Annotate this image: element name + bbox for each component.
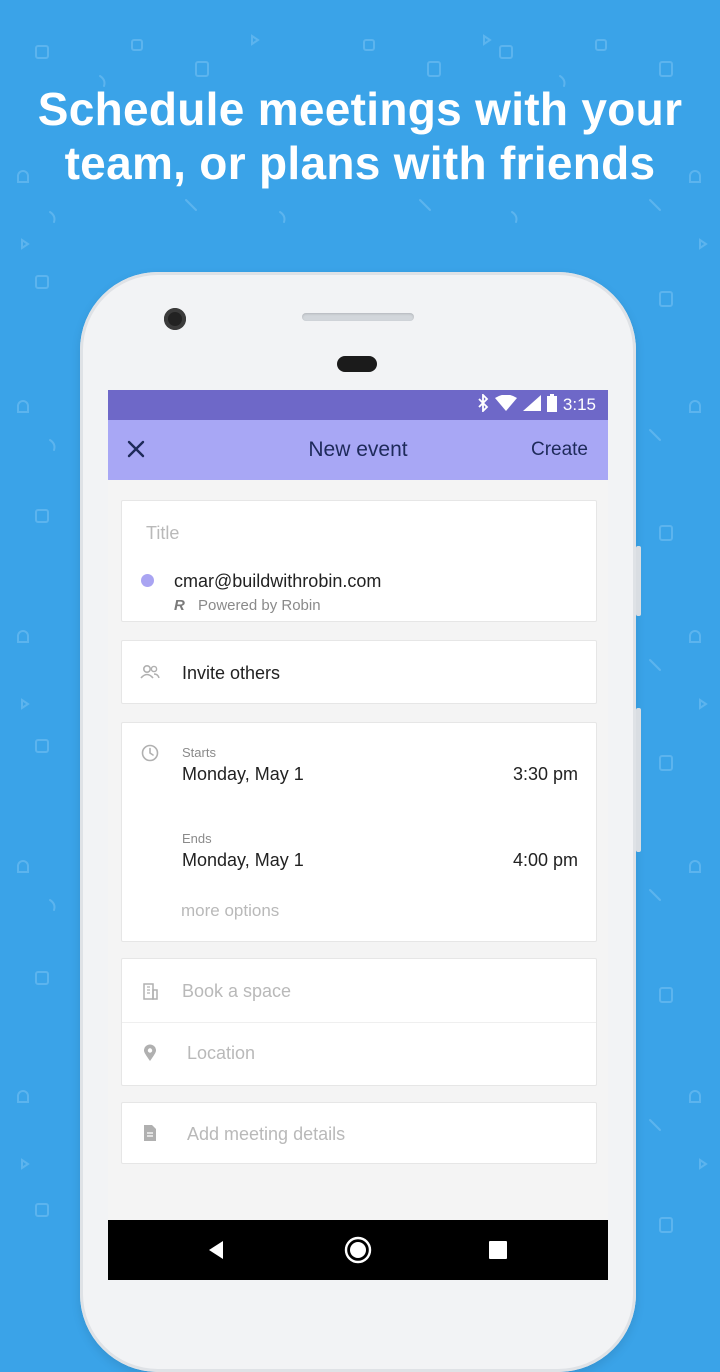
book-space-field[interactable]: Book a space: [182, 981, 291, 1002]
earpiece: [337, 356, 377, 372]
front-camera: [164, 308, 186, 330]
clock-icon: [140, 743, 160, 763]
home-icon: [344, 1236, 372, 1264]
wifi-icon: [494, 394, 517, 416]
more-options-link[interactable]: more options: [181, 901, 279, 921]
back-icon: [209, 1241, 223, 1259]
app-bar: New event Create: [108, 420, 608, 480]
ends-label: Ends: [182, 831, 212, 846]
start-date[interactable]: Monday, May 1: [182, 764, 304, 785]
divider: [122, 1022, 596, 1023]
recents-icon: [489, 1241, 507, 1259]
powered-by-label: Powered by Robin: [198, 597, 321, 614]
end-time[interactable]: 4:00 pm: [513, 850, 578, 871]
calendar-dot: [141, 574, 154, 587]
recents-button[interactable]: [468, 1220, 528, 1280]
calendar-email[interactable]: cmar@buildwithrobin.com: [174, 571, 381, 592]
end-date[interactable]: Monday, May 1: [182, 850, 304, 871]
headline-line-1: Schedule meetings with your: [37, 83, 683, 135]
space-card: Book a space Location: [121, 958, 597, 1086]
headline: Schedule meetings with your team, or pla…: [0, 82, 720, 190]
location-pin-icon: [140, 1043, 160, 1063]
bluetooth-icon: [477, 392, 489, 417]
title-card: Title cmar@buildwithrobin.com R Powered …: [121, 500, 597, 622]
phone-power-button: [636, 546, 641, 616]
location-field[interactable]: Location: [187, 1043, 255, 1064]
back-button[interactable]: [186, 1220, 246, 1280]
phone-screen: 3:15 New event Create Title cmar@buildwi…: [108, 390, 608, 1280]
people-icon: [140, 662, 160, 682]
invite-others-label: Invite others: [182, 663, 281, 683]
signal-icon: [522, 394, 541, 416]
status-time: 3:15: [562, 395, 596, 414]
time-card: Starts Monday, May 1 3:30 pm Ends Monday…: [121, 722, 597, 942]
navigation-bar: [108, 1220, 608, 1280]
speaker-grille: [302, 313, 414, 321]
status-bar: 3:15: [108, 390, 608, 420]
title-input[interactable]: Title: [146, 523, 576, 544]
start-time[interactable]: 3:30 pm: [513, 764, 578, 785]
robin-logo-icon: R: [174, 597, 185, 614]
headline-line-2: team, or plans with friends: [64, 137, 656, 189]
create-button[interactable]: Create: [531, 439, 588, 461]
battery-icon: [546, 393, 557, 417]
details-card: Add meeting details: [121, 1102, 597, 1164]
notes-icon: [140, 1123, 160, 1143]
invite-card[interactable]: Invite others: [121, 640, 597, 704]
building-icon: [140, 981, 160, 1001]
phone-volume-button: [636, 708, 641, 852]
meeting-details-field[interactable]: Add meeting details: [187, 1124, 345, 1145]
home-button[interactable]: [328, 1220, 388, 1280]
starts-label: Starts: [182, 745, 216, 760]
